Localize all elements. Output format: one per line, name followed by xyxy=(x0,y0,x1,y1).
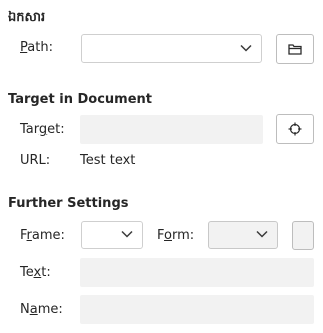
chevron-down-icon xyxy=(256,230,268,238)
folder-icon xyxy=(288,44,302,55)
path-combobox[interactable] xyxy=(81,34,262,63)
frame-label: Frame: xyxy=(20,228,65,243)
url-label: URL: xyxy=(20,153,51,168)
further-settings-heading: Further Settings xyxy=(8,196,129,211)
name-label: Name: xyxy=(20,302,63,317)
text-input[interactable] xyxy=(80,258,314,287)
path-label: Path: xyxy=(20,40,53,55)
target-browse-button[interactable] xyxy=(276,114,314,144)
crosshair-target-icon xyxy=(288,122,302,136)
form-label: Form: xyxy=(157,228,195,243)
name-input[interactable] xyxy=(80,295,314,324)
target-label: Target: xyxy=(20,122,65,137)
form-dropdown[interactable] xyxy=(208,221,278,249)
chevron-down-icon xyxy=(121,230,133,238)
frame-dropdown[interactable] xyxy=(81,221,143,249)
target-section-heading: Target in Document xyxy=(8,92,152,107)
target-input[interactable] xyxy=(80,115,263,144)
url-value: Test text xyxy=(80,153,136,168)
chevron-down-icon xyxy=(240,44,252,52)
events-button[interactable] xyxy=(292,221,314,250)
text-label: Text: xyxy=(20,265,51,280)
open-file-button[interactable] xyxy=(276,34,314,64)
document-section-heading: ឯកសារ xyxy=(8,10,46,25)
